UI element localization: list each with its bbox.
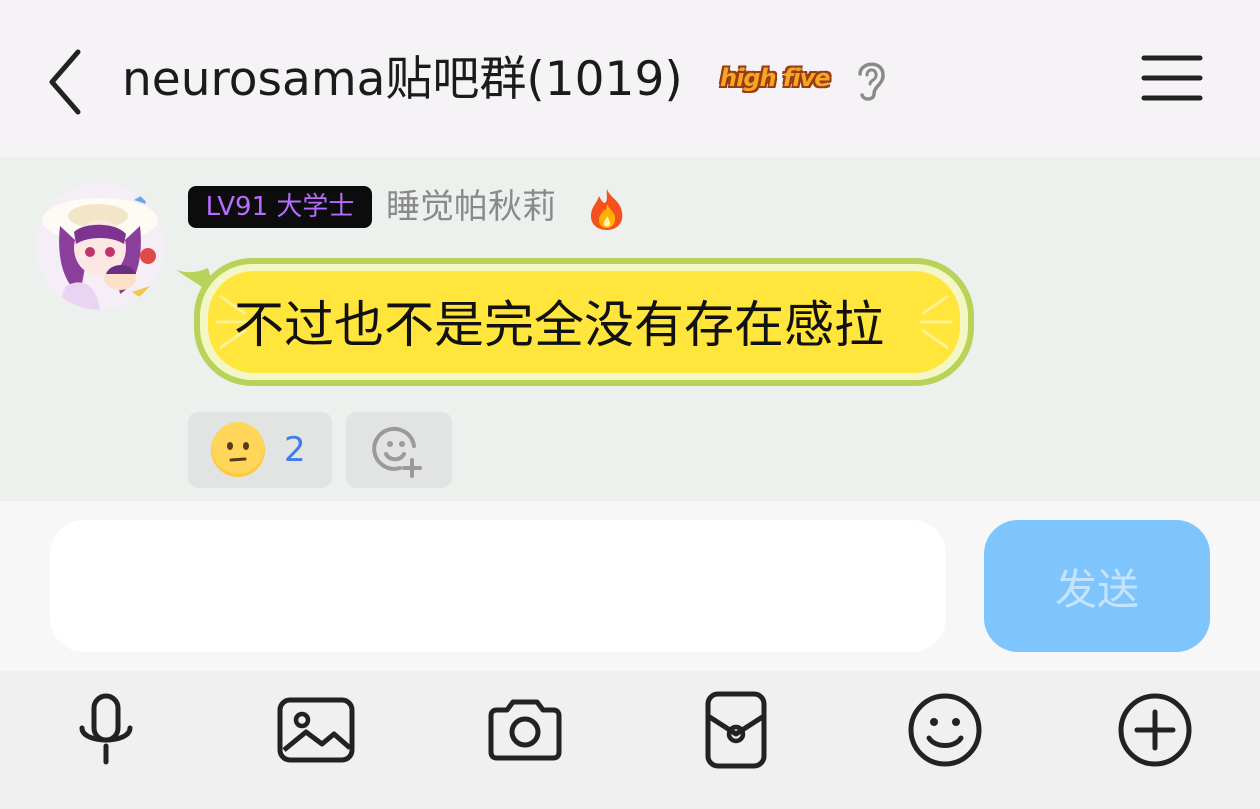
plus-icon xyxy=(1118,693,1192,767)
ear-icon[interactable] xyxy=(852,56,890,104)
add-reaction-button[interactable] xyxy=(346,412,452,488)
chat-title: neurosama贴吧群(1019) xyxy=(122,52,683,107)
image-button[interactable] xyxy=(276,690,356,770)
level-badge: LV91 大学士 xyxy=(188,186,372,228)
message-text: 不过也不是完全没有存在感拉 xyxy=(234,296,884,354)
bottom-toolbar xyxy=(0,671,1260,809)
add-emoji-icon xyxy=(372,426,422,478)
send-button[interactable]: 发送 xyxy=(984,520,1210,652)
sender-name[interactable]: 睡觉帕秋莉 xyxy=(386,184,556,230)
high-five-badge: high five xyxy=(720,64,831,92)
red-packet-icon xyxy=(705,691,767,769)
camera-button[interactable] xyxy=(485,690,565,770)
back-button[interactable] xyxy=(40,44,92,116)
hamburger-menu-icon xyxy=(1141,55,1203,101)
microphone-icon xyxy=(79,693,133,765)
red-packet-button[interactable] xyxy=(696,690,776,770)
microphone-button[interactable] xyxy=(66,690,146,770)
image-icon xyxy=(277,697,355,763)
menu-button[interactable] xyxy=(1140,52,1204,104)
chevron-left-icon xyxy=(49,49,81,115)
reaction-count: 2 xyxy=(284,430,306,470)
more-button[interactable] xyxy=(1115,690,1195,770)
avatar[interactable] xyxy=(36,182,164,310)
message-input[interactable] xyxy=(50,520,946,652)
camera-icon xyxy=(488,699,562,761)
neutral-face-icon xyxy=(211,422,265,477)
fire-icon xyxy=(584,186,630,232)
emoji-button[interactable] xyxy=(905,690,985,770)
emoji-icon xyxy=(908,693,982,767)
reaction-chip[interactable]: 2 xyxy=(188,412,332,488)
